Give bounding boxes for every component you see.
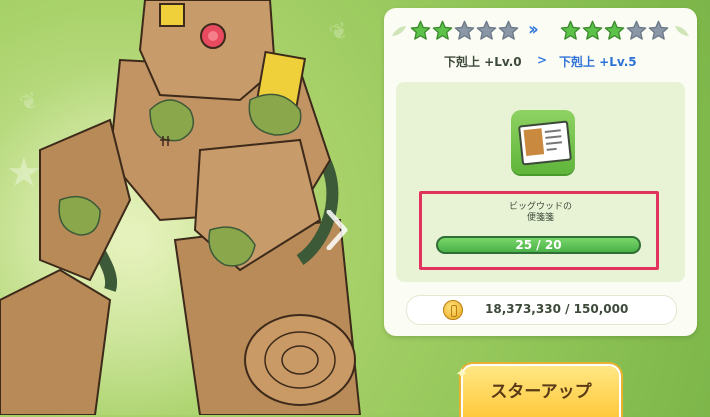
star-filled-icon [582,20,603,40]
character-art: ★ ❦ ❦ [0,0,390,415]
highlight-frame [419,191,659,270]
current-level-label: 下剋上 +Lv.0 [444,55,522,69]
level-arrow: > [537,53,548,67]
level-change-row: 下剋上 +Lv.0 > 下剋上 +Lv.5 [384,53,697,73]
star-empty-icon [648,20,669,40]
star-empty-icon [476,20,497,40]
star-filled-icon [560,20,581,40]
leaf-sprig-icon [392,26,406,36]
star-up-button-label: スターアップ [490,382,592,402]
item-icon-card[interactable] [511,110,575,174]
star-filled-icon [432,20,453,40]
coin-icon [443,300,463,320]
next-level-label: 下剋上 +Lv.5 [559,55,637,69]
currency-bar: 18,373,330 / 150,000 [406,295,677,325]
currency-amount: 18,373,330 / 150,000 [485,302,629,316]
next-star-rank [560,20,669,41]
leaf-sprig-icon [675,26,689,36]
chevron-right-icon: ›› [528,19,539,40]
star-empty-icon [626,20,647,40]
next-arrow-icon[interactable] [325,210,349,250]
star-rank-row: ›› [384,19,697,46]
wood-golem-illustration [0,0,362,415]
star-empty-icon [454,20,475,40]
star-up-button[interactable]: ✦ スターアップ [455,364,621,417]
current-star-rank [410,20,519,41]
star-filled-icon [604,20,625,40]
star-filled-icon [410,20,431,40]
star-up-panel: ›› 下剋上 +Lv.0 > 下剋上 +Lv.5 ビッグウッドの 便箋箋 25 … [384,8,697,336]
star-empty-icon [498,20,519,40]
letter-item-icon [518,120,572,166]
